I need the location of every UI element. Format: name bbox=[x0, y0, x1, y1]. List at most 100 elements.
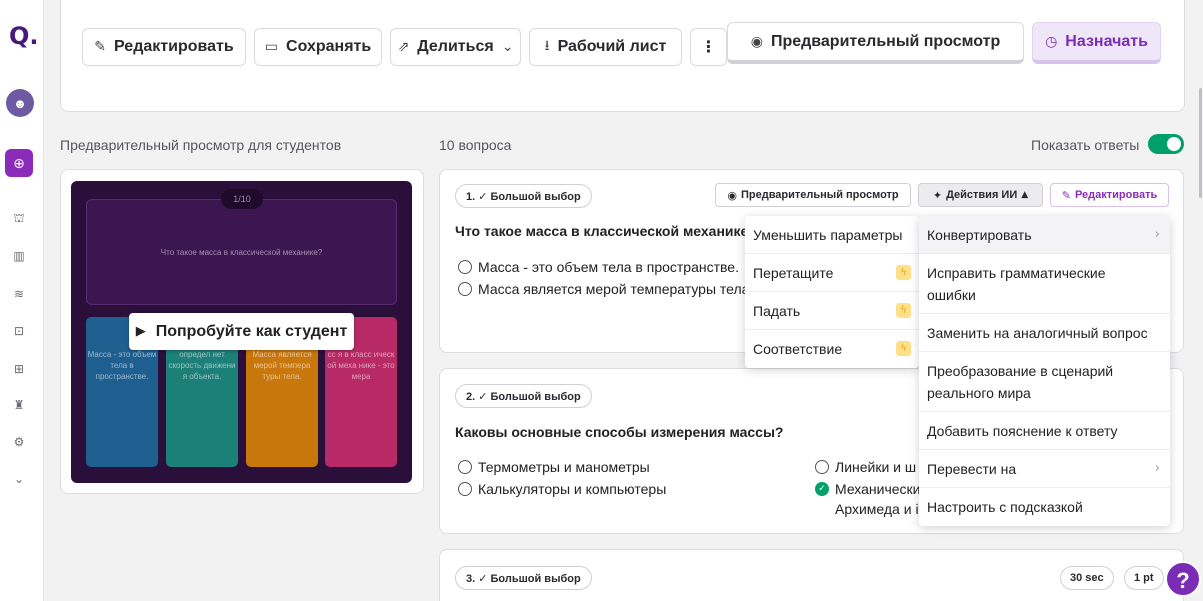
points-badge[interactable]: 1 pt bbox=[1124, 566, 1164, 590]
logo[interactable]: Q. bbox=[9, 24, 39, 48]
folder-icon: ▭ bbox=[264, 39, 279, 55]
try-as-student-label: Попробуйте как студент bbox=[155, 322, 348, 340]
menu-item-label: Преобразование в сценарий реального мира bbox=[927, 362, 1114, 401]
answer-text: Линейки и ш bbox=[835, 459, 917, 475]
reports-icon[interactable]: ≋ bbox=[0, 287, 38, 301]
answer-text-block: Механически Архимеда и і bbox=[835, 479, 921, 519]
lightning-icon: ϟ bbox=[896, 302, 911, 318]
assign-label: Назначать bbox=[1065, 32, 1148, 50]
eye-icon: ◉ bbox=[750, 33, 763, 50]
assign-button[interactable]: ◷ Назначать bbox=[1032, 22, 1161, 64]
answer-text: Масса - это объем тела в пространстве. bbox=[478, 259, 739, 275]
answer-text: Механически bbox=[835, 481, 921, 497]
chevron-right-icon: › bbox=[1154, 461, 1160, 476]
ai-actions-label: Действия ИИ bbox=[946, 189, 1018, 201]
settings-icon[interactable]: ⚙ bbox=[0, 435, 38, 449]
question-edit-button[interactable]: ✎ Редактировать bbox=[1050, 183, 1169, 207]
chevron-down-icon: ⌄ bbox=[501, 39, 514, 55]
edit-label: Редактировать bbox=[114, 38, 234, 55]
avatar[interactable]: ☻ bbox=[6, 89, 34, 117]
share-icon: ⇗ bbox=[397, 39, 410, 55]
radio-icon bbox=[458, 482, 472, 496]
more-icon: ⋮ bbox=[700, 39, 717, 56]
menu-item-replace[interactable]: Заменить на аналогичный вопрос bbox=[919, 314, 1170, 352]
preview-question-text: Что такое масса в классической механике? bbox=[160, 247, 323, 257]
question-type-badge: 3. ✓ Большой выбор bbox=[455, 566, 592, 590]
answer-text: Масса является мерой температуры тела. bbox=[478, 281, 754, 297]
menu-item[interactable]: Перетащите ϟ bbox=[745, 254, 919, 292]
expand-icon[interactable]: ⌄ bbox=[0, 472, 38, 486]
help-button[interactable]: ? bbox=[1165, 561, 1201, 597]
answer-option: Линейки и ш bbox=[815, 457, 916, 477]
preview-button[interactable]: ◉ Предварительный просмотр bbox=[727, 22, 1024, 64]
library-icon[interactable]: ⛫ bbox=[0, 211, 38, 227]
share-label: Делиться bbox=[417, 38, 494, 55]
question-type-badge: 2. ✓ Большой выбор bbox=[455, 384, 592, 408]
menu-item-label: Перетащите bbox=[753, 264, 834, 281]
media-icon[interactable]: ⊞ bbox=[0, 362, 38, 376]
menu-item-add-explanation[interactable]: Добавить пояснение к ответу bbox=[919, 412, 1170, 450]
menu-item-convert[interactable]: Конвертировать › bbox=[919, 216, 1170, 254]
question-edit-label: Редактировать bbox=[1074, 189, 1158, 201]
menu-item-label: Конвертировать bbox=[927, 226, 1032, 243]
edit-button[interactable]: ✎ Редактировать bbox=[82, 28, 246, 66]
more-button[interactable]: ⋮ bbox=[690, 28, 727, 66]
convert-submenu: Уменьшить параметры Перетащите ϟ Падать … bbox=[745, 216, 919, 368]
question-text: Каковы основные способы измерения массы? bbox=[455, 424, 784, 440]
classes-icon[interactable]: ⊡ bbox=[0, 324, 38, 338]
download-icon: ⭳ bbox=[544, 38, 550, 54]
left-rail: Q. ☻ ⊕ ⛫ ▥ ≋ ⊡ ⊞ ♜ ⚙ ⌄ bbox=[0, 0, 44, 601]
answer-option: Калькуляторы и компьютеры bbox=[458, 479, 666, 499]
pencil-icon: ✎ bbox=[94, 39, 107, 55]
ai-actions-menu: Конвертировать › Исправить грамматически… bbox=[919, 216, 1170, 526]
answer-option-correct: ✓ Механически Архимеда и і bbox=[815, 479, 921, 519]
menu-item-translate[interactable]: Перевести на › bbox=[919, 450, 1170, 488]
answer-text: Калькуляторы и компьютеры bbox=[478, 481, 667, 497]
save-button[interactable]: ▭ Сохранять bbox=[254, 28, 382, 66]
menu-item[interactable]: Соответствие ϟ bbox=[745, 330, 919, 368]
answer-option: Термометры и манометры bbox=[458, 457, 650, 477]
show-answers-toggle[interactable] bbox=[1148, 134, 1184, 154]
menu-item-fix-grammar[interactable]: Исправить грамматические ошибки bbox=[919, 254, 1170, 314]
check-icon: ✓ bbox=[815, 482, 829, 496]
create-icon[interactable]: ⊕ bbox=[5, 149, 33, 177]
sparkle-icon: ✦ bbox=[932, 188, 943, 202]
lightning-icon: ϟ bbox=[896, 341, 911, 356]
radio-icon bbox=[815, 460, 829, 474]
worksheet-button[interactable]: ⭳ Рабочий лист bbox=[529, 28, 682, 66]
question-text: Что такое масса в классической механике? bbox=[455, 223, 757, 239]
menu-item-label: Добавить пояснение к ответу bbox=[927, 422, 1118, 439]
answer-text: Архимеда и і bbox=[835, 501, 919, 517]
student-preview-title: Предварительный просмотр для студентов bbox=[60, 137, 342, 153]
books-icon[interactable]: ▥ bbox=[0, 249, 38, 263]
share-button[interactable]: ⇗ Делиться ⌄ bbox=[390, 28, 521, 66]
radio-icon bbox=[458, 460, 472, 474]
preview-label: Предварительный просмотр bbox=[770, 32, 1001, 50]
clock-icon: ◷ bbox=[1045, 33, 1058, 50]
preview-counter: 1/10 bbox=[221, 189, 263, 209]
play-icon: ▶ bbox=[135, 324, 146, 339]
scrollbar[interactable] bbox=[1199, 88, 1202, 198]
school-icon[interactable]: ♜ bbox=[0, 398, 38, 412]
chevron-right-icon: › bbox=[1154, 227, 1160, 242]
question-preview-button[interactable]: ◉ Предварительный просмотр bbox=[715, 183, 911, 207]
answer-option: Масса является мерой температуры тела. bbox=[458, 279, 753, 299]
preview-question: Что такое масса в классической механике? bbox=[86, 199, 397, 305]
menu-item[interactable]: Уменьшить параметры bbox=[745, 216, 919, 254]
time-badge[interactable]: 30 sec bbox=[1060, 566, 1114, 590]
caret-up-icon: ▲ bbox=[1021, 190, 1029, 200]
menu-item-label: Уменьшить параметры bbox=[753, 226, 903, 243]
radio-icon bbox=[458, 282, 472, 296]
menu-item[interactable]: Падать ϟ bbox=[745, 292, 919, 330]
menu-item-label: Перевести на bbox=[927, 460, 1017, 477]
eye-icon: ◉ bbox=[727, 188, 737, 202]
ai-actions-button[interactable]: ✦ Действия ИИ ▲ bbox=[918, 183, 1043, 207]
menu-item-prompt[interactable]: Настроить с подсказкой bbox=[919, 488, 1170, 526]
question-count: 10 вопроса bbox=[439, 137, 512, 153]
show-answers-label: Показать ответы bbox=[1031, 137, 1140, 153]
try-as-student-button[interactable]: ▶ Попробуйте как студент bbox=[129, 313, 354, 350]
menu-item-real-world[interactable]: Преобразование в сценарий реального мира bbox=[919, 352, 1170, 412]
radio-icon bbox=[458, 260, 472, 274]
menu-item-label: Падать bbox=[753, 302, 801, 319]
lightning-icon: ϟ bbox=[896, 264, 911, 280]
